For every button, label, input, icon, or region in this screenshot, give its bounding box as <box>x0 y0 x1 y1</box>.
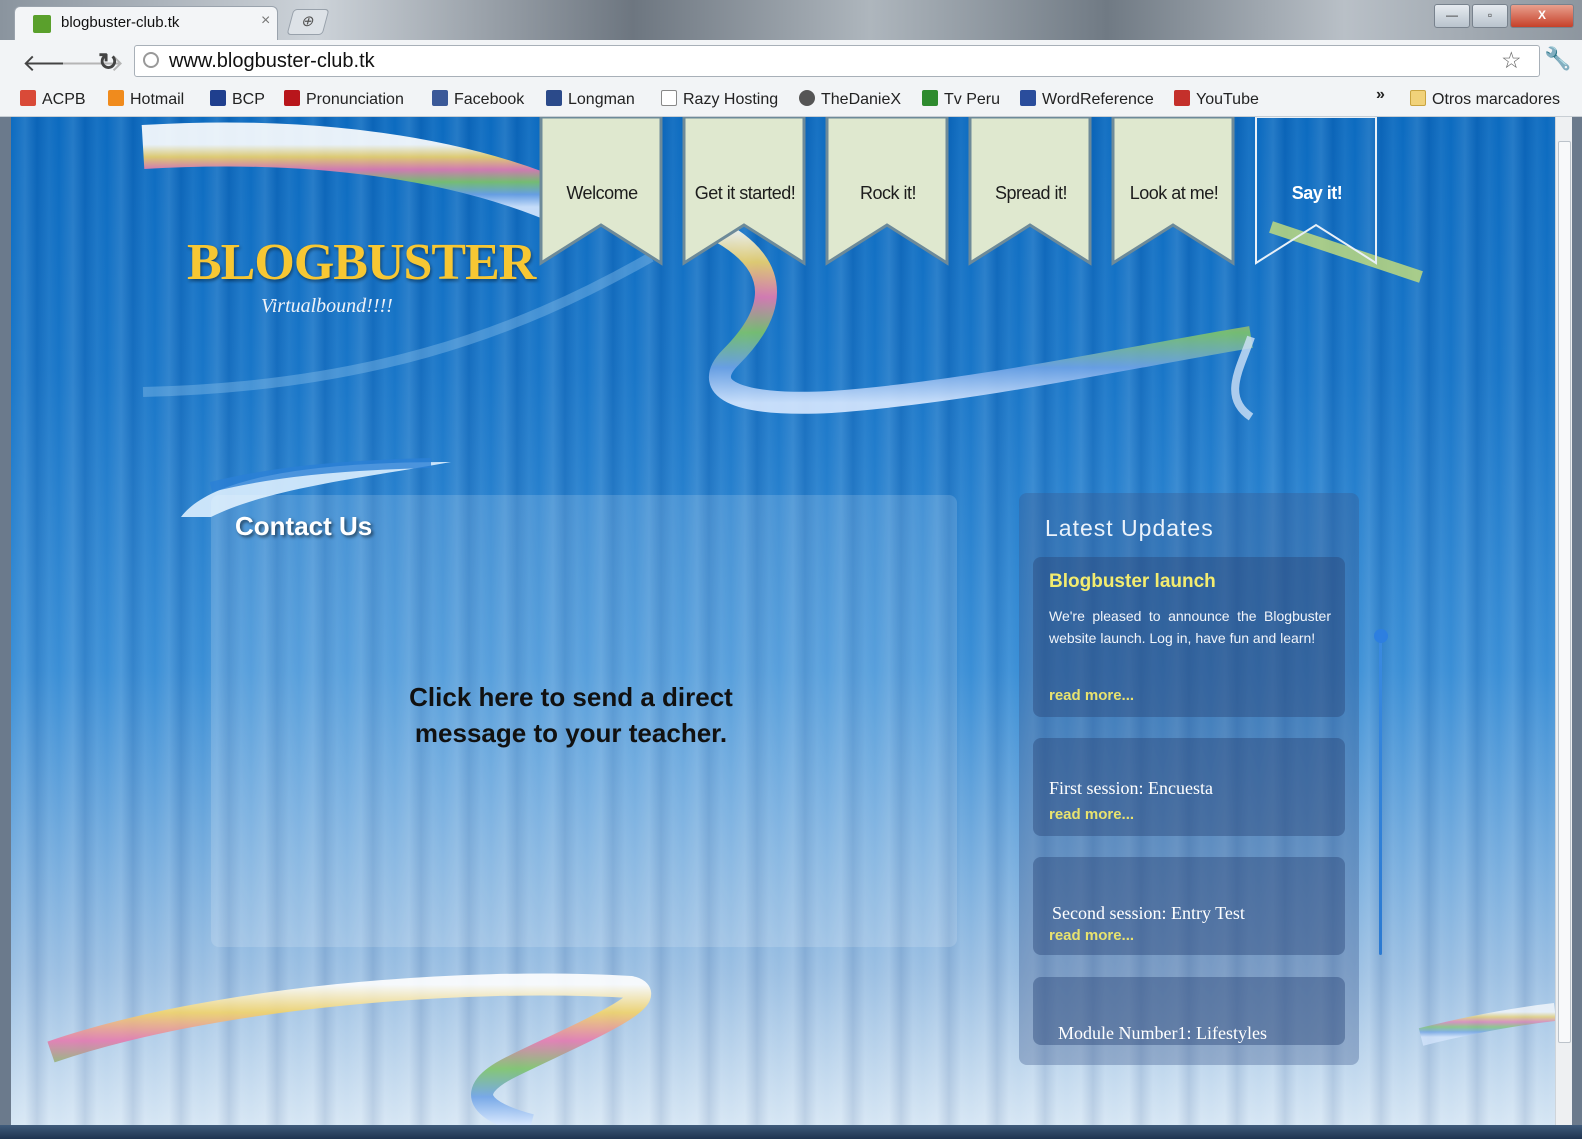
update-card: First session: Encuesta read more... <box>1033 738 1345 836</box>
update-title[interactable]: Blogbuster launch <box>1049 571 1216 593</box>
close-tab-icon[interactable]: × <box>261 12 270 30</box>
nav-get-it-started[interactable]: Get it started! <box>680 117 810 267</box>
contact-title: Contact Us <box>235 511 373 541</box>
bookmark-longman[interactable]: Longman <box>546 90 635 109</box>
browser-tab[interactable]: blogbuster-club.tk × <box>14 6 278 41</box>
site-tagline: Virtualbound!!!! <box>261 295 393 317</box>
bookmark-wordreference[interactable]: WordReference <box>1020 90 1154 109</box>
read-more-link[interactable]: read more... <box>1049 927 1134 944</box>
bcp-icon <box>210 90 226 106</box>
page-scrollbar[interactable] <box>1555 117 1572 1125</box>
reload-icon[interactable]: ↻ <box>98 48 118 77</box>
nav-label: Say it! <box>1291 183 1343 203</box>
facebook-icon <box>432 90 448 106</box>
update-card: Module Number1: Lifestyles <box>1033 977 1345 1045</box>
gmail-icon <box>20 90 36 106</box>
folder-icon <box>1410 90 1426 106</box>
update-text: We're pleased to announce the Blogbuster… <box>1049 608 1331 646</box>
blogbuster-logo[interactable]: BLOGBUSTER <box>187 233 536 292</box>
nav-label: Get it started! <box>694 183 796 203</box>
nav-rock-it[interactable]: Rock it! <box>823 117 953 267</box>
nav-label: Spread it! <box>994 183 1068 203</box>
nav-label: Rock it! <box>859 183 917 203</box>
update-card: Blogbuster launch We're pleased to annou… <box>1033 557 1345 717</box>
wrench-menu-icon[interactable]: 🔧 <box>1544 46 1571 72</box>
tv-peru-icon <box>922 90 938 106</box>
biohazard-icon <box>799 90 815 106</box>
update-title[interactable]: First session: Encuesta <box>1049 778 1213 799</box>
os-taskbar <box>0 1125 1582 1139</box>
site-favicon-icon <box>33 15 51 33</box>
read-more-link[interactable]: read more... <box>1049 687 1134 704</box>
bookmark-acpb[interactable]: ACPB <box>20 90 86 109</box>
bookmarks-bar: ACPB Hotmail BCP Pronunciation Facebook … <box>0 82 1582 117</box>
nav-spread-it[interactable]: Spread it! <box>966 117 1096 267</box>
youtube-icon <box>1174 90 1190 106</box>
nav-label: Welcome <box>566 183 638 203</box>
bookmarks-overflow-chevron-icon[interactable]: » <box>1376 86 1385 104</box>
send-message-link[interactable]: Click here to send a direct message to y… <box>391 679 751 751</box>
update-title[interactable]: Second session: Entry Test <box>1052 903 1245 924</box>
updates-scroll-track[interactable] <box>1379 637 1382 955</box>
update-card: Second session: Entry Test read more... <box>1033 857 1345 955</box>
window-controls: — ▫ X <box>1434 4 1582 28</box>
longman-icon <box>546 90 562 106</box>
hj-icon <box>284 90 300 106</box>
page-info-icon[interactable] <box>143 52 159 68</box>
bookmark-youtube[interactable]: YouTube <box>1174 90 1259 109</box>
nav-look-at-me[interactable]: Look at me! <box>1109 117 1239 267</box>
wordreference-icon <box>1020 90 1036 106</box>
nav-label: Look at me! <box>1129 183 1219 203</box>
page-viewport: BLOGBUSTER Virtualbound!!!! Welcome Get … <box>11 117 1555 1125</box>
hotmail-icon <box>108 90 124 106</box>
bookmark-tv-peru[interactable]: Tv Peru <box>922 90 1000 109</box>
title-bar: blogbuster-club.tk × ⊕ — ▫ X <box>0 0 1582 41</box>
other-bookmarks-folder[interactable]: Otros marcadores <box>1410 90 1560 109</box>
bookmark-thedaniex[interactable]: TheDanieX <box>799 90 901 109</box>
read-more-link[interactable]: read more... <box>1049 806 1134 823</box>
latest-updates-title: Latest Updates <box>1045 515 1214 541</box>
tab-title: blogbuster-club.tk <box>61 14 180 31</box>
nav-welcome[interactable]: Welcome <box>537 117 667 267</box>
address-bar[interactable]: www.blogbuster-club.tk ☆ <box>134 45 1540 77</box>
update-title[interactable]: Module Number1: Lifestyles <box>1058 1023 1267 1044</box>
browser-window: blogbuster-club.tk × ⊕ — ▫ X 🡐 🡒 ↻ www.b… <box>0 0 1582 1139</box>
bookmark-star-icon[interactable]: ☆ <box>1501 47 1522 74</box>
close-window-button[interactable]: X <box>1510 4 1574 28</box>
page-icon <box>661 90 677 106</box>
new-tab-button[interactable]: ⊕ <box>286 9 330 35</box>
browser-toolbar: 🡐 🡒 ↻ www.blogbuster-club.tk ☆ 🔧 <box>0 40 1582 82</box>
bookmark-pronunciation[interactable]: Pronunciation <box>284 90 404 109</box>
url-text[interactable]: www.blogbuster-club.tk <box>169 50 375 73</box>
bookmark-facebook[interactable]: Facebook <box>432 90 524 109</box>
bookmark-razy-hosting[interactable]: Razy Hosting <box>661 90 778 109</box>
bookmark-hotmail[interactable]: Hotmail <box>108 90 184 109</box>
page-scrollbar-thumb[interactable] <box>1558 141 1571 1043</box>
nav-say-it[interactable]: Say it! <box>1252 117 1382 267</box>
maximize-button[interactable]: ▫ <box>1472 4 1508 28</box>
minimize-button[interactable]: — <box>1434 4 1470 28</box>
updates-scroll-handle[interactable] <box>1374 629 1388 643</box>
bookmark-bcp[interactable]: BCP <box>210 90 265 109</box>
